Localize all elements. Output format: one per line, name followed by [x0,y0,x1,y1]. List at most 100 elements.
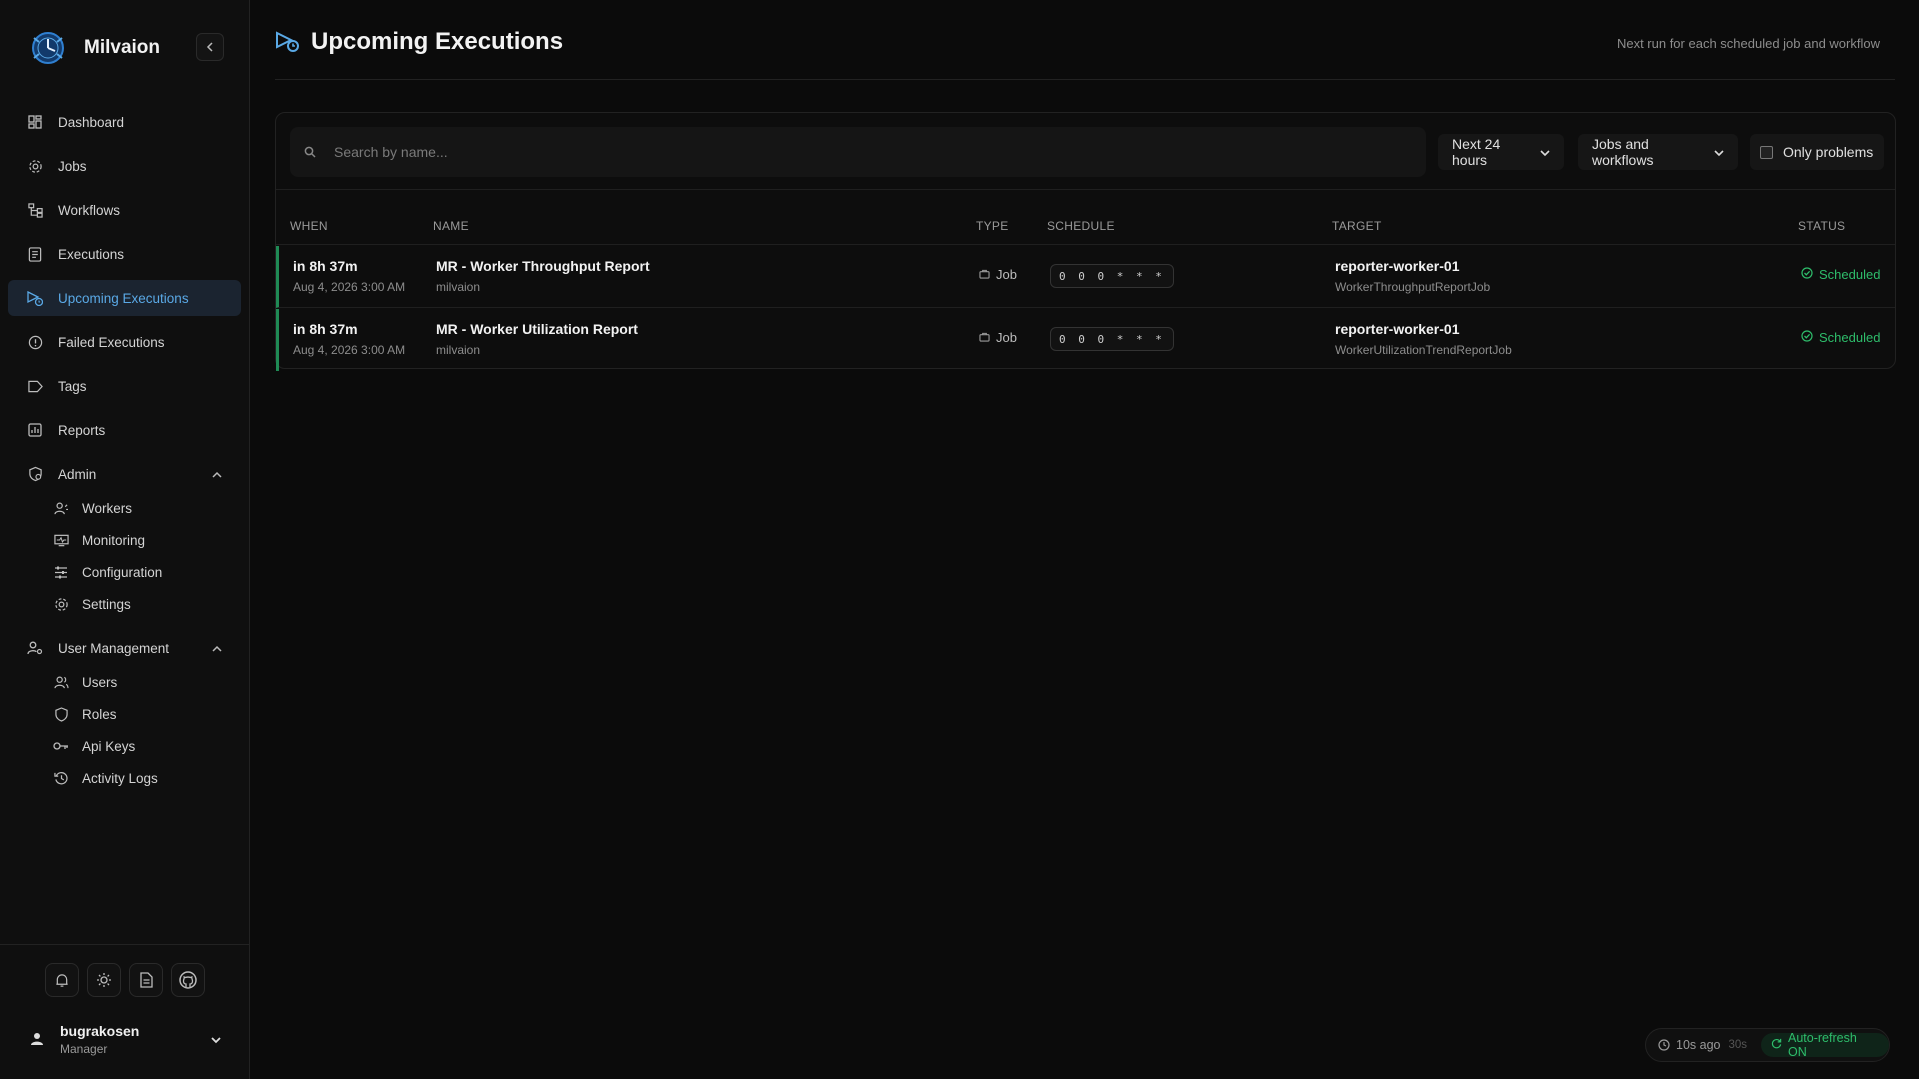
target-cell: reporter-worker-01 WorkerThroughputRepor… [1335,258,1490,294]
sidebar-item-workers[interactable]: Workers [8,492,241,524]
workers-icon [52,499,70,517]
only-problems-label: Only problems [1783,144,1874,160]
sidebar-item-users[interactable]: Users [8,666,241,698]
column-header-when[interactable]: WHEN [290,219,328,233]
sidebar-item-label: Monitoring [82,532,146,548]
nav-item-workflows[interactable]: Workflows [8,192,241,228]
sidebar-item-label: Api Keys [82,738,136,754]
column-header-target[interactable]: TARGET [1332,219,1382,233]
target-worker: reporter-worker-01 [1335,258,1460,274]
bell-icon [56,973,68,987]
sidebar-item-monitoring[interactable]: Monitoring [8,524,241,556]
search-input[interactable] [334,144,1334,160]
docs-button[interactable] [129,963,163,997]
user-avatar-icon [22,1032,52,1046]
scheduled-date: Aug 4, 2026 3:00 AM [293,280,406,294]
last-refresh-time: 10s ago [1676,1038,1721,1052]
chevron-down-icon [1714,144,1724,160]
brand[interactable]: Milvaion [28,28,160,68]
nav-item-executions[interactable]: Executions [8,236,241,272]
sidebar-item-api-keys[interactable]: Api Keys [8,730,241,762]
upcoming-icon [276,31,299,52]
nav-group-admin[interactable]: Admin [8,456,241,492]
main-nav: Dashboard Jobs Workflows Executions Upco… [8,104,241,794]
refresh-interval[interactable]: 30s [1728,1039,1747,1051]
cron-expression: 0 0 0 * * * [1050,327,1174,351]
nav-item-reports[interactable]: Reports [8,412,241,448]
nav-group-user-management[interactable]: User Management [8,630,241,666]
sun-icon [97,973,111,987]
column-header-type[interactable]: TYPE [976,219,1009,233]
gear-icon [52,595,70,613]
status-badge: Scheduled [1801,330,1880,345]
shield-icon [52,705,70,723]
table-row[interactable]: in 8h 37m Aug 4, 2026 3:00 AM MR - Worke… [276,309,1895,371]
upcoming-icon [26,289,44,307]
nav-item-dashboard[interactable]: Dashboard [8,104,241,140]
status-badge: Scheduled [1801,267,1880,282]
name-cell: MR - Worker Utilization Report milvaion [436,321,638,357]
brand-name: Milvaion [84,37,161,58]
user-menu[interactable]: bugrakosen Manager [22,1017,232,1061]
user-name: bugrakosen [60,1022,140,1039]
status-label: Scheduled [1819,267,1881,282]
page-title: Upcoming Executions [311,28,564,55]
sliders-icon [52,563,70,581]
nav-item-upcoming-executions[interactable]: Upcoming Executions [8,280,241,316]
notifications-button[interactable] [45,963,79,997]
nav-item-tags[interactable]: Tags [8,368,241,404]
time-range-value: Next 24 hours [1452,136,1501,168]
nav-item-failed-executions[interactable]: Failed Executions [8,324,241,360]
target-worker: reporter-worker-01 [1335,321,1460,337]
workflow-icon [26,201,44,219]
job-name[interactable]: MR - Worker Throughput Report [436,258,650,274]
nav-label: Executions [58,246,125,262]
clock-icon [1658,1039,1670,1051]
nav-group-label: Admin [58,466,97,482]
github-button[interactable] [171,963,205,997]
chevron-down-icon [210,1031,222,1047]
shield-user-icon [26,465,44,483]
sidebar-item-configuration[interactable]: Configuration [8,556,241,588]
only-problems-toggle[interactable]: Only problems [1750,134,1884,170]
refresh-status-bar: 10s ago 30s Auto-refresh ON [1645,1028,1890,1062]
sidebar-item-label: Activity Logs [82,770,158,786]
chevron-up-icon [211,467,223,482]
monitor-icon [52,531,70,549]
table-row[interactable]: in 8h 37m Aug 4, 2026 3:00 AM MR - Worke… [276,246,1895,308]
executions-icon [26,245,44,263]
nav-label: Tags [58,378,87,394]
sidebar: Milvaion Dashboard Jobs Workflows Execut… [0,0,250,1079]
users-icon [52,673,70,691]
column-header-schedule[interactable]: SCHEDULE [1047,219,1115,233]
type-label: Job [996,267,1017,282]
auto-refresh-toggle[interactable]: Auto-refresh ON [1761,1031,1889,1059]
history-icon [52,769,70,787]
sidebar-item-roles[interactable]: Roles [8,698,241,730]
nav-label: Dashboard [58,114,125,130]
column-header-status[interactable]: STATUS [1798,219,1845,233]
chevron-down-icon [1540,144,1550,160]
collapse-sidebar-button[interactable] [196,33,224,61]
kind-value: Jobs and workflows [1592,136,1654,168]
job-name[interactable]: MR - Worker Utilization Report [436,321,638,337]
column-header-name[interactable]: NAME [433,219,469,233]
sidebar-item-settings[interactable]: Settings [8,588,241,620]
sidebar-item-label: Settings [82,596,131,612]
type-cell: Job [979,330,1017,345]
status-label: Scheduled [1819,330,1881,345]
kind-select[interactable]: Jobs and workflows [1578,134,1738,170]
chevron-left-icon [206,42,213,52]
sidebar-item-label: Workers [82,500,133,516]
user-info: bugrakosen Manager [60,1023,139,1056]
time-range-select[interactable]: Next 24 hours [1438,134,1564,170]
cron-expression: 0 0 0 * * * [1050,264,1174,288]
nav-item-jobs[interactable]: Jobs [8,148,241,184]
user-cog-icon [26,639,44,657]
theme-toggle-button[interactable] [87,963,121,997]
table-header: WHEN NAME TYPE SCHEDULE TARGET STATUS [276,215,1895,245]
type-label: Job [996,330,1017,345]
only-problems-checkbox[interactable] [1760,145,1773,159]
search-box[interactable] [290,127,1426,177]
sidebar-item-activity-logs[interactable]: Activity Logs [8,762,241,794]
